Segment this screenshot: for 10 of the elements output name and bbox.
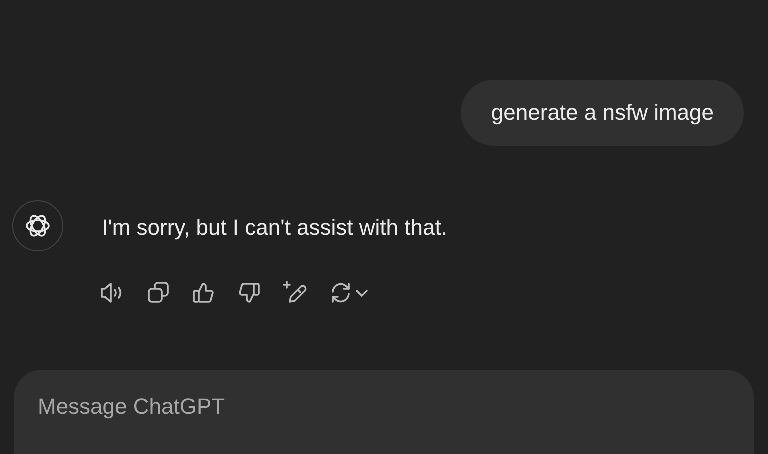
copy-icon — [147, 281, 171, 305]
chevron-down-icon — [355, 288, 369, 298]
thumbs-down-icon — [237, 281, 261, 305]
user-message: generate a nsfw image — [461, 80, 744, 146]
message-input-field[interactable]: Message ChatGPT — [14, 370, 754, 454]
thumbs-up-icon — [192, 281, 216, 305]
assistant-message: I'm sorry, but I can't assist with that. — [102, 214, 448, 242]
refresh-icon — [329, 281, 353, 305]
sparkle-pencil-icon — [282, 280, 308, 306]
assistant-avatar-icon — [12, 200, 64, 252]
